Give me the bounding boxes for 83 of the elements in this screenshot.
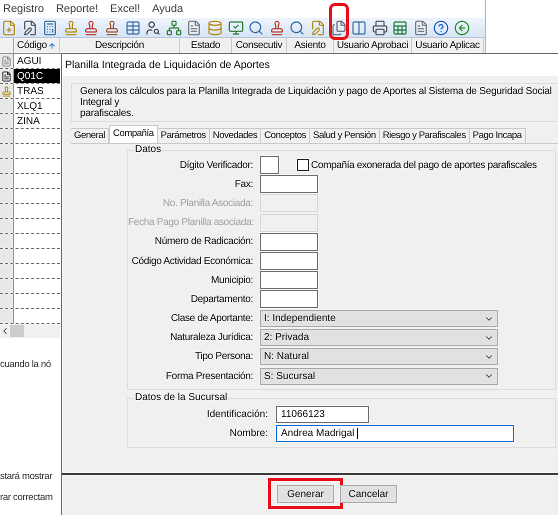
stamp-icon[interactable]: [83, 20, 100, 36]
network-icon[interactable]: [166, 20, 182, 36]
monitor-icon[interactable]: [228, 20, 244, 36]
window-title: Planilla Integrada de Liquidación de Aportes: [62, 54, 558, 76]
body-text: stará mostrar: [0, 471, 52, 482]
sort-arrow-icon: [48, 42, 56, 50]
row-header[interactable]: [0, 69, 14, 83]
field-label: Naturaleza Jurídica:: [169, 331, 253, 346]
tab[interactable]: Conceptos: [261, 128, 310, 143]
description-text: parafiscales.: [80, 108, 135, 119]
dropdown[interactable]: I: Independiente: [260, 310, 498, 328]
field-label: Clase de Aportante:: [170, 312, 253, 326]
stamp-icon[interactable]: [62, 20, 79, 36]
field-label: Fax:: [234, 178, 253, 192]
search-icon[interactable]: [289, 20, 306, 36]
document-icon: [1, 56, 12, 66]
dialog-button[interactable]: Generar: [277, 485, 334, 503]
tab[interactable]: Pago Incapa: [470, 128, 526, 143]
field-label: Dígito Verificador:: [178, 158, 253, 173]
input-field[interactable]: [260, 252, 318, 270]
field-label: Forma Presentación:: [164, 370, 253, 384]
menu-item[interactable]: Ayuda: [152, 0, 184, 18]
input-field[interactable]: [260, 156, 279, 174]
document-icon[interactable]: [186, 20, 202, 36]
table-cell[interactable]: Q01C: [14, 69, 60, 83]
stamp-icon[interactable]: [268, 20, 285, 36]
spreadsheet-icon[interactable]: [392, 20, 408, 36]
tab[interactable]: Riesgo y Parafiscales: [380, 128, 470, 143]
checkbox-label: Compañía exonerada del pago de aportes parafiscales: [311, 158, 537, 173]
table-cell[interactable]: TRAS: [14, 84, 60, 98]
tab[interactable]: Novedades: [210, 128, 262, 143]
tab[interactable]: General: [71, 128, 109, 143]
stacked-pages-icon[interactable]: [330, 20, 346, 36]
menu-item[interactable]: Reporte!: [56, 0, 98, 18]
document-icon: [1, 70, 12, 82]
database-icon[interactable]: [206, 20, 223, 36]
field-label: Identificación:: [206, 408, 268, 422]
user-search-icon[interactable]: [145, 20, 162, 36]
tab[interactable]: Parámetros: [158, 128, 210, 143]
printer-icon[interactable]: [372, 20, 388, 36]
field-label: Tipo Persona:: [194, 350, 253, 364]
input-field[interactable]: [260, 175, 318, 194]
field-label: Municipio:: [210, 274, 253, 288]
edit-file-icon[interactable]: [310, 20, 326, 36]
menu-item[interactable]: Registro: [3, 0, 44, 18]
calculator-icon[interactable]: [42, 20, 58, 36]
checkbox[interactable]: [297, 159, 309, 172]
stamp-icon[interactable]: [104, 20, 120, 36]
dropdown[interactable]: S: Sucursal: [260, 368, 498, 385]
dropdown[interactable]: 2: Privada: [260, 329, 498, 346]
dialog-button[interactable]: Cancelar: [340, 485, 397, 503]
field-label: Código Actividad Económica:: [130, 254, 253, 269]
input-field[interactable]: [260, 271, 318, 290]
column-header[interactable]: Código: [14, 38, 60, 53]
menu-item[interactable]: Excel!: [110, 0, 140, 18]
input-field[interactable]: Andrea Madrigal: [276, 425, 514, 442]
search-icon[interactable]: [248, 20, 264, 36]
dropdown[interactable]: N: Natural: [260, 348, 498, 366]
input-field[interactable]: [260, 290, 318, 308]
table-cell[interactable]: AGUI: [14, 54, 60, 68]
input-field[interactable]: 11066123: [276, 406, 369, 424]
help-icon[interactable]: [433, 20, 450, 36]
table-icon[interactable]: [124, 20, 141, 36]
scrollbar-thumb[interactable]: [10, 325, 24, 337]
input-field[interactable]: [260, 232, 318, 251]
highlight-ring: [329, 3, 349, 40]
field-label: Departamento:: [190, 292, 253, 307]
new-file-icon[interactable]: [1, 20, 17, 36]
tab[interactable]: Salud y Pensión: [310, 128, 380, 143]
field-label: Nombre:: [228, 427, 268, 442]
document-icon[interactable]: [412, 20, 429, 36]
stamp-icon: [1, 86, 12, 96]
table-cell[interactable]: XLQ1: [14, 99, 60, 113]
field-label: Número de Radicación:: [154, 235, 253, 250]
edit-file-icon[interactable]: [22, 20, 38, 36]
table-cell[interactable]: ZINA: [14, 114, 60, 128]
text-cursor: [357, 428, 358, 440]
body-text: rar correctam: [0, 492, 53, 502]
field-label: Fecha Pago Planilla asociada:: [128, 216, 253, 230]
columns-icon[interactable]: [351, 20, 368, 36]
field-label: No. Planilla Asociada:: [162, 196, 253, 211]
tab[interactable]: Compañía: [109, 125, 158, 143]
body-text: cuando la nó: [0, 359, 51, 370]
